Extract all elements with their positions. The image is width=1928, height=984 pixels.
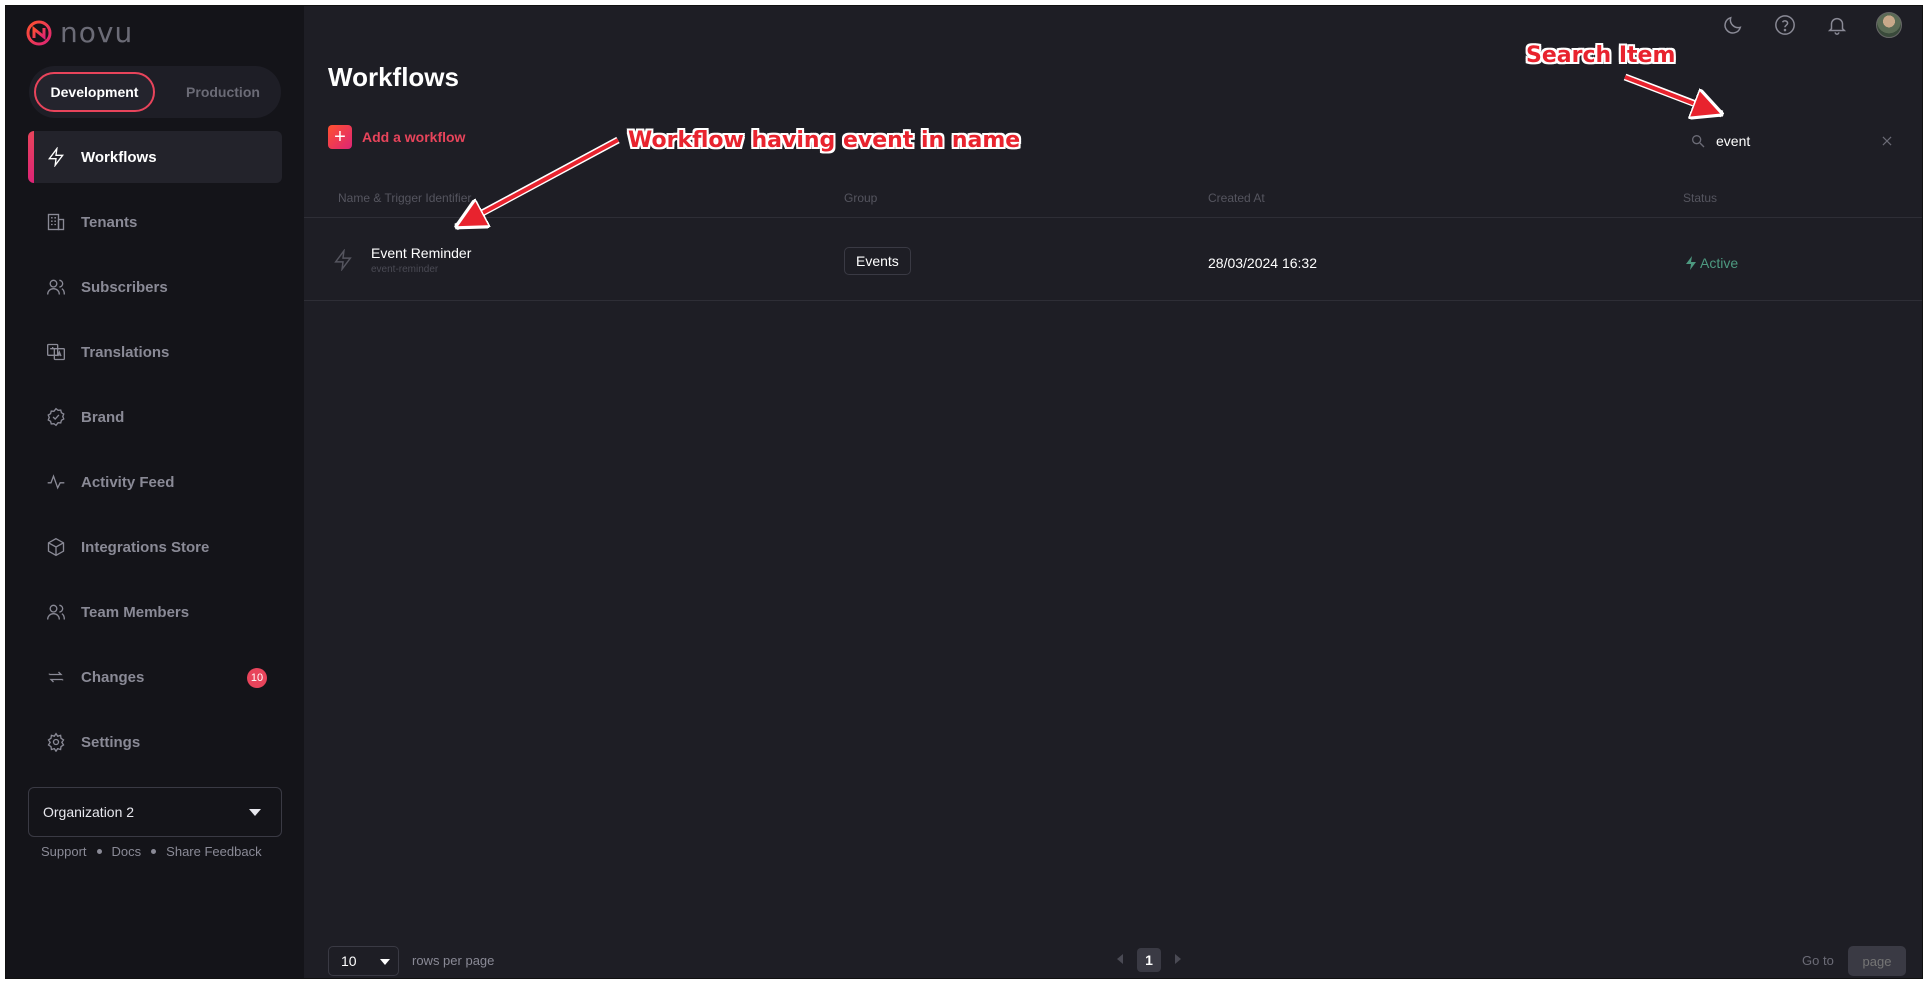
- footer-links: Support Docs Share Feedback: [41, 844, 262, 859]
- rows-per-page-label: rows per page: [412, 953, 495, 968]
- sync-icon: [45, 666, 67, 688]
- chevron-down-icon: [380, 959, 390, 965]
- main-content: Workflows + Add a workflow Name & Trigge…: [304, 6, 1922, 978]
- moon-icon[interactable]: [1720, 12, 1746, 38]
- sidebar-item-changes[interactable]: Changes 10: [28, 651, 282, 703]
- page-title: Workflows: [328, 62, 459, 92]
- brand-name: novu: [60, 16, 134, 49]
- box-icon: [45, 536, 67, 558]
- chevron-right-icon[interactable]: [1175, 954, 1181, 964]
- environment-switch: Development Production: [29, 66, 281, 118]
- chevron-down-icon: [249, 809, 261, 816]
- sidebar-item-brand[interactable]: Brand: [28, 391, 282, 443]
- changes-count-badge: 10: [247, 668, 267, 688]
- column-header-name[interactable]: Name & Trigger Identifier: [338, 191, 471, 205]
- docs-link[interactable]: Docs: [112, 844, 142, 859]
- user-avatar-icon: [1876, 12, 1902, 38]
- logo[interactable]: novu: [26, 16, 133, 49]
- novu-logo-icon: [26, 20, 52, 45]
- pagination: 10 rows per page 1 Go to: [304, 946, 1922, 976]
- sidebar-item-label: Settings: [81, 733, 141, 751]
- search-box: [1690, 126, 1900, 156]
- sidebar-item-label: Changes: [81, 668, 145, 686]
- sidebar: novu Development Production Workflows Te…: [6, 6, 304, 978]
- sidebar-item-team-members[interactable]: Team Members: [28, 586, 282, 638]
- sidebar-item-integrations-store[interactable]: Integrations Store: [28, 521, 282, 573]
- gear-icon: [45, 731, 67, 753]
- header-actions: [1720, 12, 1902, 38]
- search-annotation-label: Search Item: [1526, 43, 1676, 68]
- rows-per-page-value: 10: [341, 953, 357, 969]
- sidebar-item-subscribers[interactable]: Subscribers: [28, 261, 282, 313]
- chevron-left-icon[interactable]: [1117, 954, 1123, 964]
- sidebar-item-settings[interactable]: Settings: [28, 716, 282, 768]
- goto-label: Go to: [1802, 953, 1834, 968]
- badge-check-icon: [45, 406, 67, 428]
- sidebar-item-activity-feed[interactable]: Activity Feed: [28, 456, 282, 508]
- sidebar-item-tenants[interactable]: Tenants: [28, 196, 282, 248]
- separator-dot: [96, 849, 102, 854]
- page-number-button[interactable]: 1: [1137, 948, 1161, 972]
- translate-icon: [45, 341, 67, 363]
- column-header-created-at[interactable]: Created At: [1208, 191, 1265, 205]
- sidebar-item-label: Tenants: [81, 213, 138, 231]
- bell-icon[interactable]: [1824, 12, 1850, 38]
- sidebar-item-label: Team Members: [81, 603, 190, 621]
- env-development-button[interactable]: Development: [34, 72, 155, 112]
- table-row[interactable]: Event Reminder event-reminder Events 28/…: [304, 219, 1922, 301]
- bolt-icon: [332, 248, 354, 272]
- add-workflow-label: Add a workflow: [362, 129, 466, 145]
- sidebar-item-label: Integrations Store: [81, 538, 210, 556]
- sidebar-item-label: Brand: [81, 408, 125, 426]
- rows-per-page-select[interactable]: 10: [328, 946, 399, 976]
- created-at: 28/03/2024 16:32: [1208, 255, 1317, 271]
- sidebar-item-label: Activity Feed: [81, 473, 175, 491]
- sidebar-item-translations[interactable]: Translations: [28, 326, 282, 378]
- team-icon: [45, 601, 67, 623]
- bolt-icon: [45, 146, 67, 168]
- goto-page-input[interactable]: [1848, 946, 1906, 976]
- plus-icon: +: [328, 125, 352, 149]
- status-badge: Active: [1685, 255, 1738, 271]
- bolt-icon: [1686, 256, 1696, 270]
- close-icon[interactable]: [1876, 130, 1898, 152]
- sidebar-item-label: Translations: [81, 343, 170, 361]
- search-icon: [1692, 135, 1705, 148]
- workflow-annotation-label: Workflow having event in name: [628, 128, 1021, 153]
- workflow-name: Event Reminder: [371, 245, 472, 261]
- building-icon: [45, 211, 67, 233]
- separator-dot: [151, 849, 157, 854]
- table-header: Name & Trigger Identifier Group Created …: [304, 182, 1922, 218]
- sidebar-item-label: Subscribers: [81, 278, 168, 296]
- workflow-identifier: event-reminder: [371, 264, 439, 275]
- users-icon: [45, 276, 67, 298]
- organization-name: Organization 2: [43, 804, 135, 820]
- help-icon[interactable]: [1772, 12, 1798, 38]
- sidebar-nav: Workflows Tenants Subscribers Translatio…: [28, 131, 282, 781]
- column-header-status[interactable]: Status: [1683, 191, 1717, 205]
- organization-select[interactable]: Organization 2: [28, 787, 282, 837]
- avatar[interactable]: [1876, 12, 1902, 38]
- sidebar-item-label: Workflows: [81, 148, 157, 166]
- add-workflow-button[interactable]: + Add a workflow: [328, 125, 465, 149]
- sidebar-item-workflows[interactable]: Workflows: [28, 131, 282, 183]
- env-production-button[interactable]: Production: [169, 72, 277, 112]
- activity-icon: [45, 471, 67, 493]
- support-link[interactable]: Support: [41, 844, 87, 859]
- group-badge: Events: [844, 247, 911, 275]
- column-header-group[interactable]: Group: [844, 191, 877, 205]
- search-input[interactable]: [1716, 133, 1866, 149]
- status-label: Active: [1700, 255, 1739, 271]
- share-feedback-link[interactable]: Share Feedback: [166, 844, 261, 859]
